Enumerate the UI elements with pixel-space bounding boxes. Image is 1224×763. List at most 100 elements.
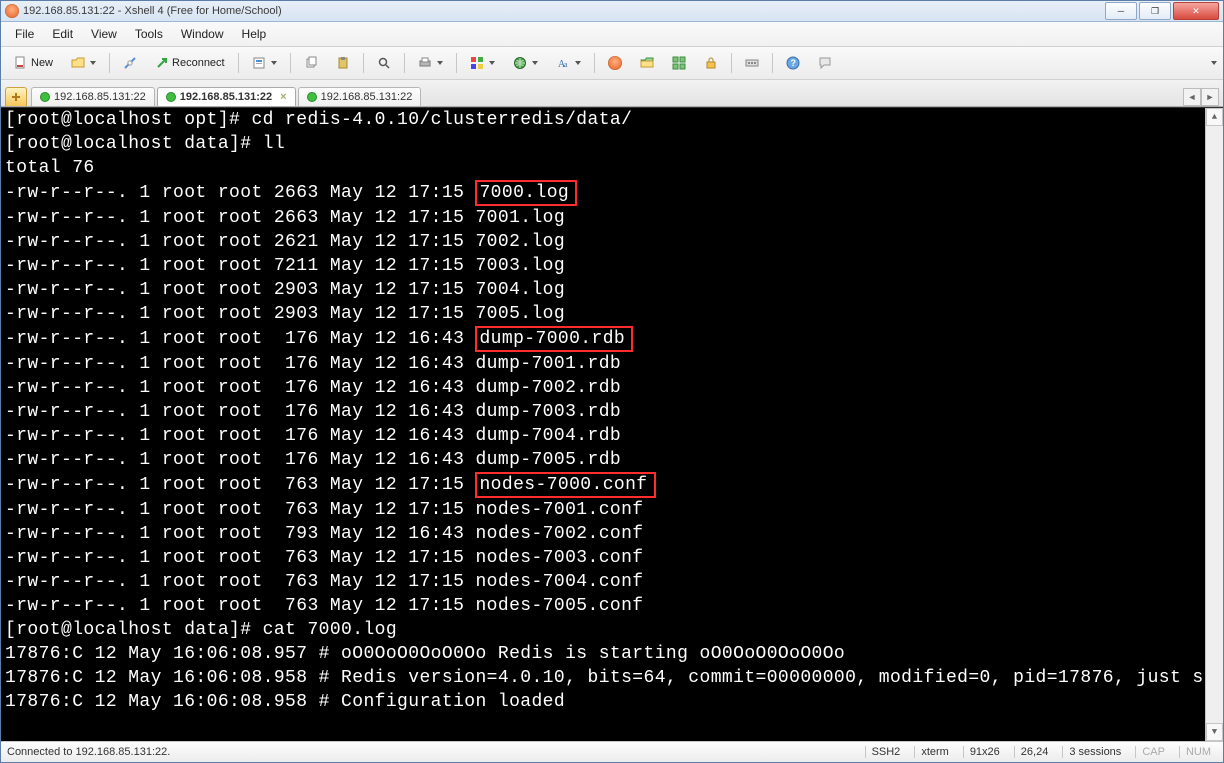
chevron-down-icon [90, 61, 96, 65]
new-button-label: New [31, 57, 53, 69]
toolbar: New Reconnect [1, 47, 1223, 80]
status-sessions: 3 sessions [1062, 746, 1127, 758]
highlight-box: 7000.log [475, 180, 577, 206]
encoding-button[interactable] [506, 53, 545, 73]
about-button[interactable] [811, 53, 839, 73]
keyboard-icon [745, 56, 759, 70]
toolbar-separator [731, 53, 732, 73]
tile-button[interactable] [665, 53, 693, 73]
disconnect-button[interactable] [116, 53, 144, 73]
tab-session-1[interactable]: 192.168.85.131:22 [31, 87, 155, 106]
chevron-down-icon [437, 61, 443, 65]
status-bar: Connected to 192.168.85.131:22. SSH2 xte… [1, 741, 1223, 762]
minimize-button[interactable]: ─ [1105, 2, 1137, 20]
terminal-area[interactable]: [root@localhost opt]# cd redis-4.0.10/cl… [1, 107, 1223, 741]
menu-view[interactable]: View [83, 25, 125, 43]
close-button[interactable]: ✕ [1173, 2, 1219, 20]
window-title: 192.168.85.131:22 - Xshell 4 (Free for H… [23, 5, 282, 17]
tab-label: 192.168.85.131:22 [54, 91, 146, 103]
chevron-down-icon [271, 61, 277, 65]
lock-button[interactable] [697, 53, 725, 73]
status-capslock: CAP [1135, 746, 1171, 758]
tab-scroll-left-button[interactable]: ◄ [1183, 88, 1201, 106]
tab-label: 192.168.85.131:22 [180, 91, 272, 103]
toolbar-separator [238, 53, 239, 73]
tab-session-3[interactable]: 192.168.85.131:22 [298, 87, 422, 106]
terminal-output: [root@localhost opt]# cd redis-4.0.10/cl… [5, 108, 1223, 714]
svg-text:?: ? [790, 58, 796, 68]
menu-bar: File Edit View Tools Window Help [1, 22, 1223, 47]
status-numlock: NUM [1179, 746, 1217, 758]
scroll-up-button[interactable]: ▲ [1206, 108, 1223, 126]
menu-file[interactable]: File [7, 25, 42, 43]
globe-icon [513, 56, 527, 70]
xftp-button[interactable] [633, 53, 661, 73]
status-size: 91x26 [963, 746, 1006, 758]
chevron-down-icon [532, 61, 538, 65]
paste-button[interactable] [329, 53, 357, 73]
xshell-icon [608, 56, 622, 70]
copy-button[interactable] [297, 53, 325, 73]
plug-disconnect-icon [123, 56, 137, 70]
status-dot-icon [166, 92, 176, 102]
open-button[interactable] [64, 53, 103, 73]
reconnect-button[interactable]: Reconnect [148, 53, 232, 73]
new-file-icon [14, 56, 28, 70]
menu-window[interactable]: Window [173, 25, 232, 43]
scrollbar-vertical[interactable]: ▲ ▼ [1205, 108, 1223, 741]
status-connection: Connected to 192.168.85.131:22. [7, 746, 170, 758]
app-icon [5, 4, 19, 18]
toolbar-separator [290, 53, 291, 73]
scroll-down-button[interactable]: ▼ [1206, 723, 1223, 741]
toolbar-separator [456, 53, 457, 73]
find-button[interactable] [370, 53, 398, 73]
tab-strip: 192.168.85.131:22 192.168.85.131:22 × 19… [1, 80, 1223, 107]
tile-icon [672, 56, 686, 70]
status-cursor: 26,24 [1014, 746, 1055, 758]
reconnect-button-label: Reconnect [172, 57, 225, 69]
status-term: xterm [914, 746, 955, 758]
scroll-track[interactable] [1206, 126, 1223, 723]
color-scheme-button[interactable] [463, 53, 502, 73]
status-dot-icon [40, 92, 50, 102]
plus-icon [11, 92, 21, 102]
tab-scroll-right-button[interactable]: ► [1201, 88, 1219, 106]
help-button[interactable]: ? [779, 53, 807, 73]
search-icon [377, 56, 391, 70]
copy-icon [304, 56, 318, 70]
chevron-down-icon [575, 61, 581, 65]
highlight-box: nodes-7000.conf [475, 472, 655, 498]
keyboard-button[interactable] [738, 53, 766, 73]
font-button[interactable]: Aa [549, 53, 588, 73]
paste-icon [336, 56, 350, 70]
toolbar-separator [109, 53, 110, 73]
tab-label: 192.168.85.131:22 [321, 91, 413, 103]
tab-session-2[interactable]: 192.168.85.131:22 × [157, 87, 296, 106]
highlight-box: dump-7000.rdb [475, 326, 633, 352]
folder-open-icon [71, 56, 85, 70]
xshell-launch-button[interactable] [601, 53, 629, 73]
xshell-window: 192.168.85.131:22 - Xshell 4 (Free for H… [0, 0, 1224, 763]
menu-tools[interactable]: Tools [127, 25, 171, 43]
lock-icon [704, 56, 718, 70]
font-icon: Aa [556, 56, 570, 70]
properties-button[interactable] [245, 53, 284, 73]
properties-icon [252, 56, 266, 70]
speech-bubble-icon [818, 56, 832, 70]
svg-text:a: a [564, 60, 568, 69]
help-icon: ? [786, 56, 800, 70]
toolbar-overflow-icon[interactable] [1211, 61, 1217, 65]
xftp-icon [640, 56, 654, 70]
plug-reconnect-icon [155, 56, 169, 70]
toolbar-separator [772, 53, 773, 73]
toolbar-separator [594, 53, 595, 73]
new-tab-button[interactable] [5, 87, 27, 106]
print-button[interactable] [411, 53, 450, 73]
menu-edit[interactable]: Edit [44, 25, 81, 43]
status-dot-icon [307, 92, 317, 102]
maximize-button[interactable]: ❐ [1139, 2, 1171, 20]
status-protocol: SSH2 [865, 746, 907, 758]
menu-help[interactable]: Help [234, 25, 275, 43]
tab-close-button[interactable]: × [280, 91, 286, 103]
new-button[interactable]: New [7, 53, 60, 73]
